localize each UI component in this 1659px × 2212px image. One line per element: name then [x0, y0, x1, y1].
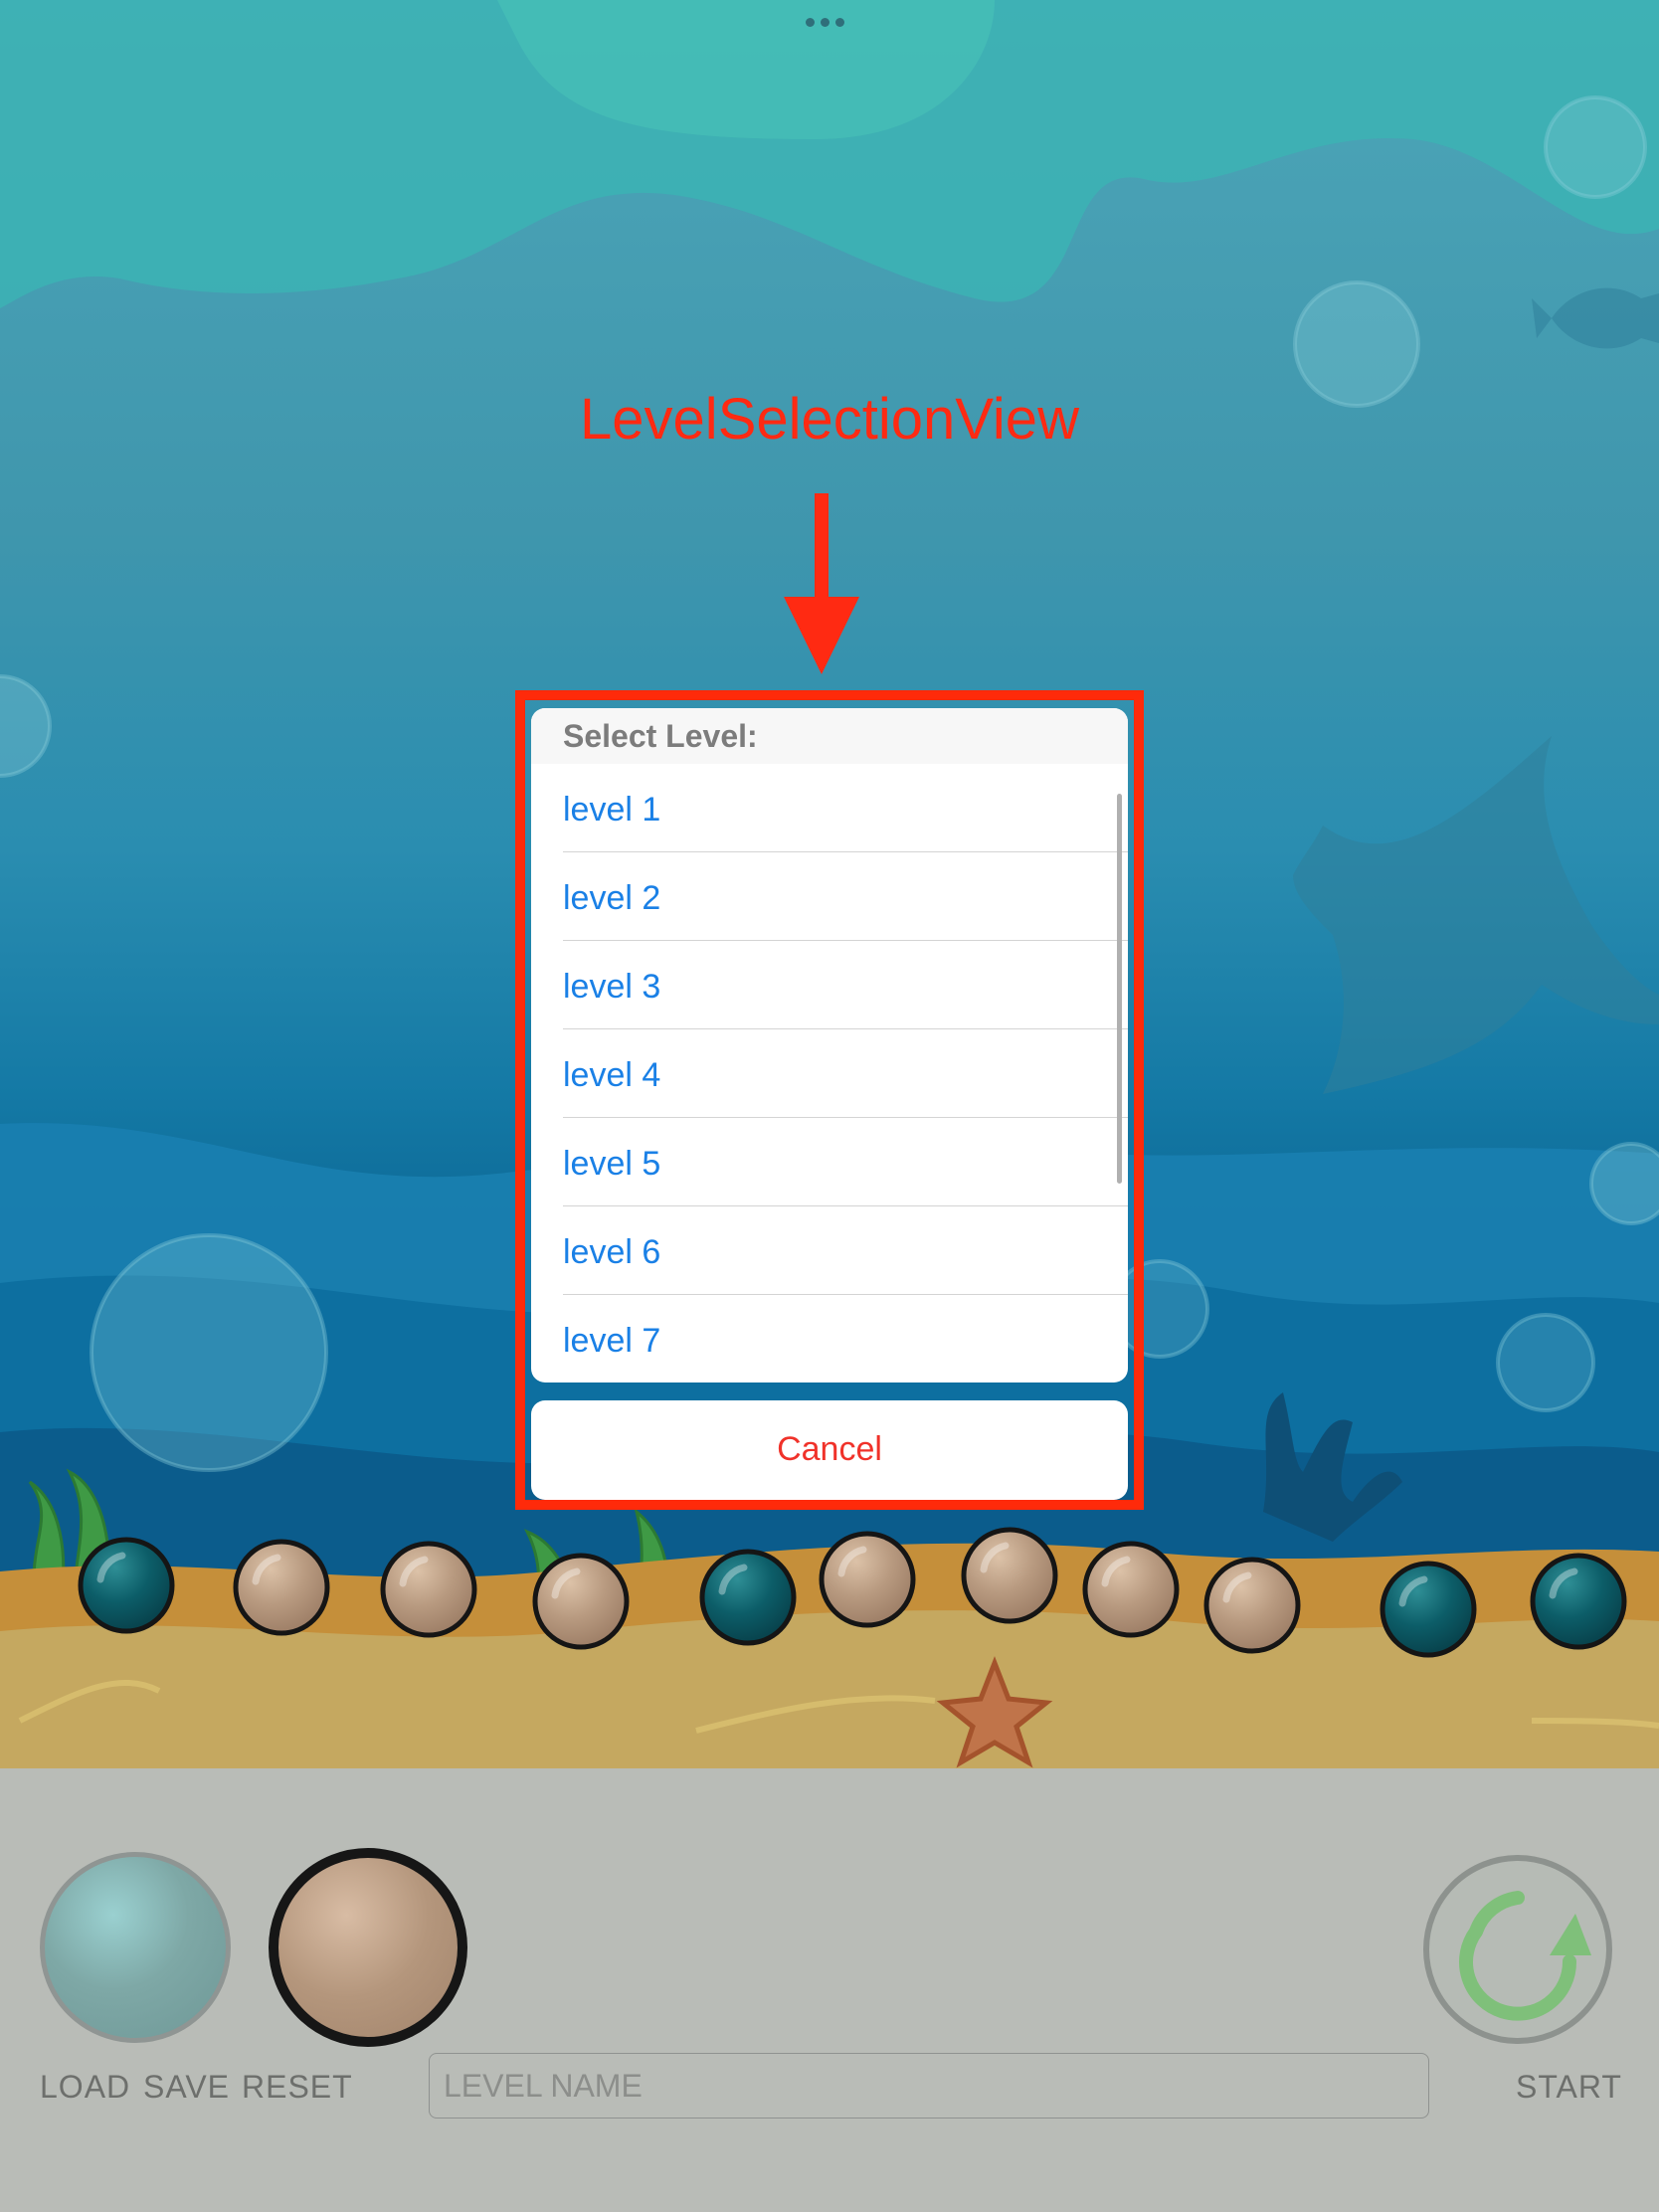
- level-option[interactable]: level 6: [563, 1206, 1128, 1295]
- beige-bubble[interactable]: [233, 1539, 330, 1636]
- restart-arrow-icon[interactable]: [1420, 1852, 1615, 2047]
- level-option[interactable]: level 4: [563, 1029, 1128, 1118]
- palette-beige-bubble[interactable]: [269, 1848, 467, 2047]
- reset-button[interactable]: RESET: [242, 2069, 353, 2106]
- level-option-label: level 5: [563, 1145, 661, 1183]
- level-option[interactable]: level 3: [563, 941, 1128, 1029]
- sheet-title: Select Level:: [563, 718, 758, 754]
- annotation-label: LevelSelectionView: [580, 387, 1079, 452]
- beige-bubble[interactable]: [819, 1531, 916, 1628]
- beige-bubble[interactable]: [961, 1527, 1058, 1624]
- level-option-label: level 3: [563, 968, 661, 1006]
- beige-bubble[interactable]: [380, 1541, 477, 1638]
- level-option-label: level 1: [563, 791, 661, 829]
- scroll-indicator[interactable]: [1117, 794, 1122, 1184]
- start-button[interactable]: START: [1516, 2069, 1622, 2106]
- level-option[interactable]: level 2: [563, 852, 1128, 941]
- multitasking-dots-icon[interactable]: [806, 14, 853, 27]
- cancel-button[interactable]: Cancel: [531, 1400, 1128, 1500]
- level-name-input[interactable]: [429, 2053, 1429, 2119]
- level-option-label: level 4: [563, 1056, 661, 1094]
- annotation-arrow-icon: [784, 493, 859, 674]
- cancel-label: Cancel: [777, 1430, 882, 1468]
- level-option-label: level 6: [563, 1233, 661, 1271]
- beige-bubble[interactable]: [532, 1553, 630, 1650]
- beige-bubble[interactable]: [1082, 1541, 1180, 1638]
- blue-bubble[interactable]: [1380, 1561, 1477, 1658]
- sheet-header: Select Level:: [531, 708, 1128, 764]
- level-selection-view: Select Level: level 1 level 2 level 3 le…: [531, 708, 1128, 1382]
- blue-bubble[interactable]: [699, 1549, 797, 1646]
- save-button[interactable]: SAVE: [143, 2069, 230, 2106]
- level-option[interactable]: level 1: [563, 764, 1128, 852]
- beige-bubble[interactable]: [1203, 1557, 1301, 1654]
- palette-blue-bubble[interactable]: [40, 1852, 231, 2043]
- blue-bubble[interactable]: [1530, 1553, 1627, 1650]
- level-option-label: level 7: [563, 1322, 661, 1360]
- blue-bubble[interactable]: [78, 1537, 175, 1634]
- level-option[interactable]: level 7: [563, 1295, 1128, 1382]
- bottom-toolbar: [0, 1768, 1659, 2212]
- level-option-label: level 2: [563, 879, 661, 917]
- level-option[interactable]: level 5: [563, 1118, 1128, 1206]
- load-button[interactable]: LOAD: [40, 2069, 130, 2106]
